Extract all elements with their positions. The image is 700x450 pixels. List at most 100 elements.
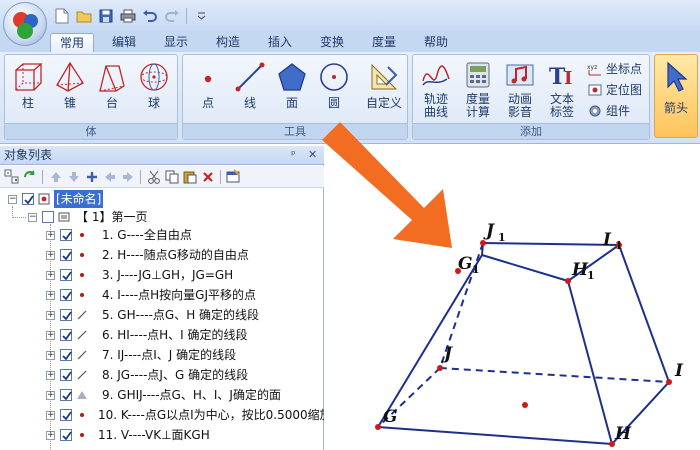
- locus-label: 轨迹 曲线: [423, 92, 448, 119]
- item-checkbox[interactable]: [60, 429, 72, 441]
- tab-common[interactable]: 常用: [50, 33, 94, 53]
- sphere-label: 球: [147, 96, 160, 110]
- print-icon[interactable]: [118, 6, 138, 26]
- pyramid-button[interactable]: 锥: [51, 59, 89, 121]
- undo-icon[interactable]: [140, 6, 160, 26]
- root-checkbox[interactable]: [22, 193, 34, 205]
- title-bar: [0, 0, 700, 32]
- item-label: 7. IJ----点I、J 确定的线段: [102, 348, 237, 362]
- item-checkbox[interactable]: [60, 229, 72, 241]
- tab-view[interactable]: 显示: [154, 33, 198, 53]
- item-checkbox[interactable]: [60, 249, 72, 261]
- component-button[interactable]: 组件: [587, 101, 630, 120]
- point-J[interactable]: [437, 365, 443, 371]
- text-label-button[interactable]: TI 文本 标签: [543, 59, 581, 121]
- copy-icon[interactable]: [164, 169, 179, 184]
- point-K[interactable]: [522, 402, 528, 408]
- expand-toggle[interactable]: +: [46, 291, 55, 300]
- paste-icon[interactable]: [182, 169, 197, 184]
- item-checkbox[interactable]: [60, 369, 72, 381]
- expand-toggle[interactable]: +: [46, 251, 55, 260]
- point-icon: [204, 75, 212, 83]
- item-label: 9. GHIJ----点G、H、I、J确定的面: [102, 388, 281, 402]
- animation-media-button[interactable]: 动画 影音: [501, 59, 539, 121]
- tab-measure[interactable]: 度量: [362, 33, 406, 53]
- measure-calc-button[interactable]: 度量 计算: [459, 59, 497, 121]
- expand-toggle[interactable]: +: [46, 331, 55, 340]
- drawing-canvas[interactable]: J 1 I 1 G 1 H 1 J I G H: [325, 146, 700, 450]
- expand-toggle[interactable]: +: [46, 371, 55, 380]
- item-checkbox[interactable]: [60, 329, 72, 341]
- prism-icon: [15, 63, 43, 91]
- quick-access-toolbar: [52, 5, 211, 27]
- frustum-button[interactable]: 台: [93, 59, 131, 121]
- tab-construct[interactable]: 构造: [206, 33, 250, 53]
- expand-toggle[interactable]: +: [46, 391, 55, 400]
- circle-tool-button[interactable]: 圆: [315, 59, 353, 121]
- line-label: 线: [243, 96, 256, 110]
- line-tool-button[interactable]: 线: [231, 59, 269, 121]
- move-down-icon[interactable]: [66, 169, 81, 184]
- point-I[interactable]: [666, 379, 672, 385]
- expand-toggle[interactable]: +: [46, 351, 55, 360]
- point-label: 点: [201, 96, 214, 110]
- page-label[interactable]: 【 1】第一页: [76, 208, 147, 226]
- item-checkbox[interactable]: [60, 389, 72, 401]
- face-label: 面: [285, 96, 298, 110]
- coordinate-point-button[interactable]: xyz 坐标点: [587, 59, 642, 78]
- point-G[interactable]: [375, 424, 381, 430]
- item-checkbox[interactable]: [60, 309, 72, 321]
- sphere-button[interactable]: 球: [135, 59, 173, 121]
- point-H1[interactable]: [565, 278, 571, 284]
- point-tool-button[interactable]: 点: [189, 59, 227, 121]
- item-checkbox[interactable]: [60, 269, 72, 281]
- collapse-toggle[interactable]: −: [28, 213, 37, 222]
- move-up-icon[interactable]: [48, 169, 63, 184]
- prism-button[interactable]: 柱: [9, 59, 47, 121]
- move-right-icon[interactable]: [120, 169, 135, 184]
- collapse-toggle[interactable]: −: [8, 195, 17, 204]
- tab-transform[interactable]: 变换: [310, 33, 354, 53]
- tab-insert[interactable]: 插入: [258, 33, 302, 53]
- item-checkbox[interactable]: [60, 289, 72, 301]
- app-menu-button[interactable]: [3, 2, 47, 46]
- toolbar-separator: [220, 169, 221, 184]
- expand-toggle[interactable]: +: [46, 411, 55, 420]
- expand-toggle[interactable]: +: [46, 231, 55, 240]
- expand-toggle[interactable]: +: [46, 311, 55, 320]
- animation-media-label: 动画 影音: [507, 92, 532, 119]
- group-add-label: 添加: [413, 123, 649, 139]
- expand-toggle[interactable]: +: [46, 271, 55, 280]
- tab-help[interactable]: 帮助: [414, 33, 458, 53]
- locator-map-button[interactable]: 定位图: [587, 80, 642, 99]
- expand-all-icon[interactable]: [4, 169, 19, 184]
- move-left-icon[interactable]: [102, 169, 117, 184]
- page-checkbox[interactable]: [42, 211, 54, 223]
- label-J1-subscript: 1: [498, 231, 506, 244]
- save-icon[interactable]: [96, 6, 116, 26]
- custom-tool-button[interactable]: 自定义: [363, 59, 405, 121]
- refresh-icon[interactable]: [22, 169, 37, 184]
- expand-toggle[interactable]: +: [46, 431, 55, 440]
- locus-button[interactable]: 轨迹 曲线: [417, 59, 455, 121]
- pin-icon[interactable]: ᵖ: [291, 146, 296, 164]
- root-label[interactable]: [未命名]: [54, 190, 104, 208]
- panel-title: 对象列表: [4, 148, 53, 162]
- delete-icon[interactable]: [200, 169, 215, 184]
- cut-icon[interactable]: [146, 169, 161, 184]
- open-folder-icon[interactable]: [74, 6, 94, 26]
- add-icon[interactable]: [84, 169, 99, 184]
- customize-toolbar-icon[interactable]: [191, 6, 211, 26]
- item-checkbox[interactable]: [60, 409, 72, 421]
- redo-icon[interactable]: [162, 6, 182, 26]
- face-tool-button[interactable]: 面: [273, 59, 311, 121]
- new-file-icon[interactable]: [52, 6, 72, 26]
- arrow-select-button[interactable]: 箭头: [654, 54, 698, 138]
- properties-icon[interactable]: [226, 169, 241, 184]
- item-checkbox[interactable]: [60, 349, 72, 361]
- group-tools: 点 线 面 圆 自定义 工具: [182, 54, 408, 140]
- close-icon[interactable]: ✕: [308, 146, 317, 164]
- pyramid-label: 锥: [63, 96, 76, 110]
- tab-edit[interactable]: 编辑: [102, 33, 146, 53]
- group-add: 轨迹 曲线 度量 计算 动画 影音 TI 文本 标签 xyz 坐标点 定位图 组…: [412, 54, 650, 140]
